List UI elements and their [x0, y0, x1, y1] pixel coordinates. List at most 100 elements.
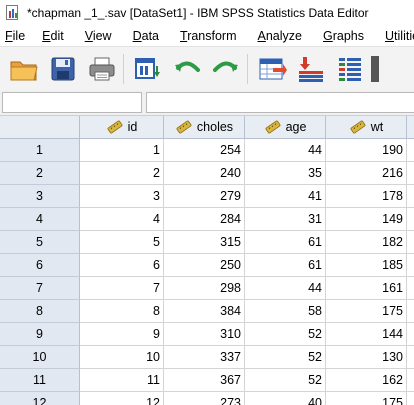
cell-id[interactable]: 4: [80, 208, 164, 231]
column-header-label: age: [285, 120, 307, 134]
cell-age[interactable]: 61: [245, 254, 326, 277]
cell-wt[interactable]: 130: [326, 346, 407, 369]
row-header[interactable]: 1: [0, 139, 80, 162]
cell-empty[interactable]: [407, 139, 414, 162]
cell-choles[interactable]: 279: [164, 185, 245, 208]
cell-choles[interactable]: 310: [164, 323, 245, 346]
column-header-age[interactable]: age: [245, 116, 326, 139]
cell-empty[interactable]: [407, 208, 414, 231]
cell-value-field[interactable]: [146, 92, 414, 113]
cell-wt[interactable]: 162: [326, 369, 407, 392]
cell-age[interactable]: 58: [245, 300, 326, 323]
cell-wt[interactable]: 178: [326, 185, 407, 208]
row-header[interactable]: 9: [0, 323, 80, 346]
menu-transform[interactable]: Transform: [175, 29, 237, 43]
cell-empty[interactable]: [407, 231, 414, 254]
cell-choles[interactable]: 298: [164, 277, 245, 300]
print-icon[interactable]: [84, 51, 120, 87]
cell-age[interactable]: 52: [245, 369, 326, 392]
row-header[interactable]: 11: [0, 369, 80, 392]
row-header[interactable]: 7: [0, 277, 80, 300]
cell-wt[interactable]: 216: [326, 162, 407, 185]
cell-wt[interactable]: 161: [326, 277, 407, 300]
cell-empty[interactable]: [407, 162, 414, 185]
cell-id[interactable]: 10: [80, 346, 164, 369]
column-header-wt[interactable]: wt: [326, 116, 407, 139]
cell-empty[interactable]: [407, 346, 414, 369]
cell-age[interactable]: 52: [245, 323, 326, 346]
cell-empty[interactable]: [407, 185, 414, 208]
cell-age[interactable]: 41: [245, 185, 326, 208]
cell-id[interactable]: 8: [80, 300, 164, 323]
cell-wt[interactable]: 185: [326, 254, 407, 277]
row-header[interactable]: 5: [0, 231, 80, 254]
cell-age[interactable]: 40: [245, 392, 326, 405]
cell-id[interactable]: 2: [80, 162, 164, 185]
menu-graphs[interactable]: Graphs: [318, 29, 364, 43]
cell-wt[interactable]: 175: [326, 300, 407, 323]
row-header[interactable]: 6: [0, 254, 80, 277]
cell-id[interactable]: 5: [80, 231, 164, 254]
cell-id[interactable]: 11: [80, 369, 164, 392]
cell-choles[interactable]: 315: [164, 231, 245, 254]
cell-choles[interactable]: 284: [164, 208, 245, 231]
row-header[interactable]: 8: [0, 300, 80, 323]
cell-id[interactable]: 12: [80, 392, 164, 405]
cell-wt[interactable]: 175: [326, 392, 407, 405]
cell-age[interactable]: 35: [245, 162, 326, 185]
cell-empty[interactable]: [407, 300, 414, 323]
row-header[interactable]: 3: [0, 185, 80, 208]
row-header[interactable]: 12: [0, 392, 80, 405]
cell-wt[interactable]: 190: [326, 139, 407, 162]
menu-file[interactable]: File: [0, 29, 25, 43]
menu-edit[interactable]: Edit: [37, 29, 64, 43]
column-header-choles[interactable]: choles: [164, 116, 245, 139]
cell-age[interactable]: 61: [245, 231, 326, 254]
undo-icon[interactable]: [169, 51, 205, 87]
cell-age[interactable]: 31: [245, 208, 326, 231]
row-header[interactable]: 2: [0, 162, 80, 185]
cell-reference-field[interactable]: [2, 92, 142, 113]
cell-choles[interactable]: 250: [164, 254, 245, 277]
table-row: 9 9 310 52 144: [0, 323, 414, 346]
cell-choles[interactable]: 273: [164, 392, 245, 405]
cell-id[interactable]: 3: [80, 185, 164, 208]
redo-icon[interactable]: [208, 51, 244, 87]
row-header[interactable]: 4: [0, 208, 80, 231]
cell-wt[interactable]: 144: [326, 323, 407, 346]
cell-choles[interactable]: 337: [164, 346, 245, 369]
cell-age[interactable]: 44: [245, 139, 326, 162]
recall-dialog-icon[interactable]: [130, 51, 166, 87]
cell-empty[interactable]: [407, 392, 414, 405]
cell-choles[interactable]: 240: [164, 162, 245, 185]
cell-choles[interactable]: 254: [164, 139, 245, 162]
row-header[interactable]: 10: [0, 346, 80, 369]
cell-id[interactable]: 7: [80, 277, 164, 300]
cell-age[interactable]: 52: [245, 346, 326, 369]
column-header-empty[interactable]: [407, 116, 414, 139]
go-to-case-icon[interactable]: [254, 51, 290, 87]
cell-id[interactable]: 6: [80, 254, 164, 277]
menu-view[interactable]: View: [80, 29, 112, 43]
cell-choles[interactable]: 384: [164, 300, 245, 323]
cell-empty[interactable]: [407, 254, 414, 277]
open-folder-icon[interactable]: [6, 51, 42, 87]
cell-id[interactable]: 1: [80, 139, 164, 162]
insert-case-icon[interactable]: [293, 51, 329, 87]
cell-age[interactable]: 44: [245, 277, 326, 300]
menu-analyze[interactable]: Analyze: [253, 29, 302, 43]
menu-data[interactable]: Data: [128, 29, 159, 43]
save-disk-icon[interactable]: [45, 51, 81, 87]
cell-empty[interactable]: [407, 369, 414, 392]
grid-corner[interactable]: [0, 116, 80, 139]
column-header-id[interactable]: id: [80, 116, 164, 139]
menu-utilities[interactable]: Utilitie: [380, 29, 414, 43]
cell-wt[interactable]: 149: [326, 208, 407, 231]
split-file-icon[interactable]: [332, 51, 368, 87]
cell-empty[interactable]: [407, 277, 414, 300]
cell-empty[interactable]: [407, 323, 414, 346]
cell-id[interactable]: 9: [80, 323, 164, 346]
cell-choles[interactable]: 367: [164, 369, 245, 392]
cell-wt[interactable]: 182: [326, 231, 407, 254]
more-toolbar-icon[interactable]: [371, 51, 379, 87]
